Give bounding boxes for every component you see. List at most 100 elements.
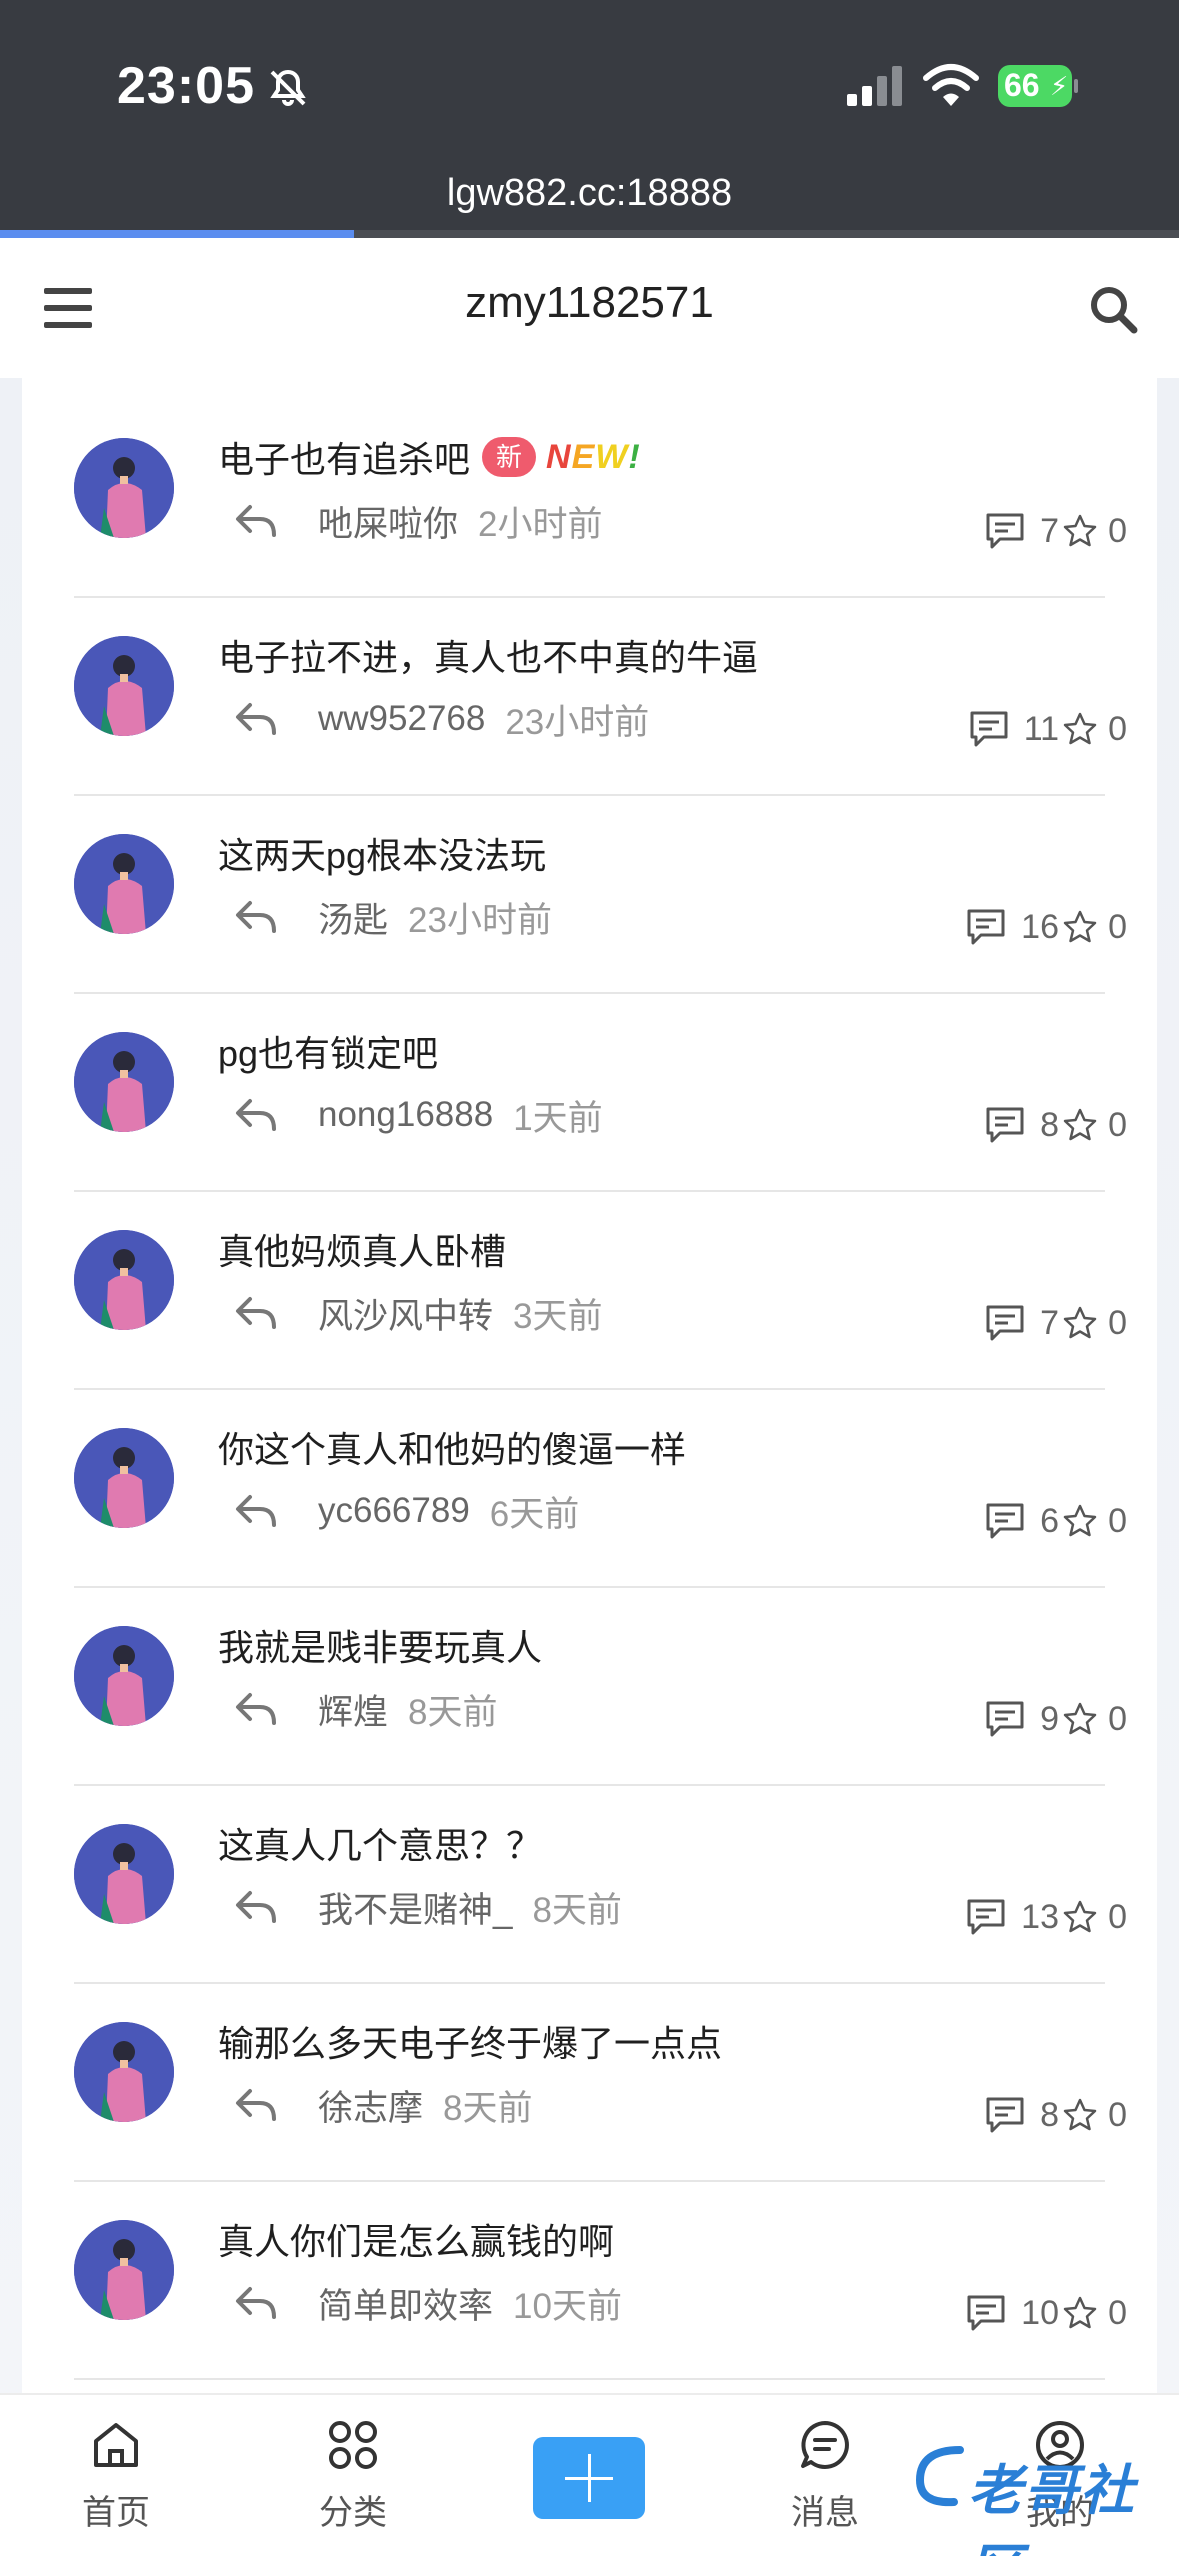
star-count[interactable]: 0 [1062, 1298, 1127, 1348]
comment-count: 10 [965, 2288, 1059, 2338]
post-time: 1天前 [513, 1098, 603, 1138]
post-author[interactable]: 我不是赌神_ [318, 1882, 512, 1933]
post-author[interactable]: ww952768 [318, 699, 485, 739]
post-item[interactable]: 这两天pg根本没法玩 汤匙 23小时前 16 0 [22, 796, 1157, 994]
post-author[interactable]: yc666789 [318, 1491, 470, 1531]
star-count-value: 0 [1108, 907, 1127, 946]
star-icon[interactable] [1062, 1107, 1098, 1143]
nav-messages-label: 消息 [791, 2494, 859, 2532]
avatar[interactable] [74, 1428, 174, 1528]
search-icon[interactable] [1088, 284, 1138, 334]
comment-count-value: 6 [1040, 1501, 1059, 1540]
post-title[interactable]: 输那么多天电子终于爆了一点点 [218, 2015, 722, 2067]
post-meta: 吔屎啦你 2小时前 [234, 496, 602, 546]
post-time: 3天前 [513, 1296, 603, 1336]
post-item[interactable]: 输那么多天电子终于爆了一点点 徐志摩 8天前 8 0 [22, 1984, 1157, 2182]
post-author[interactable]: 吔屎啦你 [318, 496, 458, 547]
post-item[interactable]: 电子拉不进，真人也不中真的牛逼 ww952768 23小时前 11 0 [22, 598, 1157, 796]
post-author[interactable]: nong16888 [318, 1095, 493, 1135]
star-count[interactable]: 0 [1062, 704, 1127, 754]
star-count[interactable]: 0 [1062, 1694, 1127, 1744]
avatar[interactable] [74, 2220, 174, 2320]
chat-icon [801, 2421, 849, 2469]
star-count[interactable]: 0 [1062, 506, 1127, 556]
post-item[interactable]: 这真人几个意思？？ 我不是赌神_ 8天前 13 0 [22, 1786, 1157, 1984]
nav-messages[interactable]: 消息 [735, 2395, 915, 2556]
post-author[interactable]: 徐志摩 [318, 2080, 423, 2131]
user-avatar-icon [74, 1428, 174, 1528]
star-icon[interactable] [1062, 1899, 1098, 1935]
post-title[interactable]: 这两天pg根本没法玩 [218, 827, 546, 879]
star-icon[interactable] [1062, 1503, 1098, 1539]
nav-home[interactable]: 首页 [26, 2395, 206, 2556]
grid-icon [329, 2421, 377, 2469]
post-title[interactable]: 真人你们是怎么赢钱的啊 [218, 2213, 614, 2265]
avatar[interactable] [74, 1230, 174, 1330]
post-list: 电子也有追杀吧 新 NEW! 吔屎啦你 2小时前 7 0 电子拉不进，真人也不中… [22, 400, 1157, 2380]
comment-count: 16 [965, 902, 1059, 952]
battery-icon: 66 ⚡ [998, 65, 1078, 107]
star-icon[interactable] [1062, 711, 1098, 747]
star-count[interactable]: 0 [1062, 1100, 1127, 1150]
avatar[interactable] [74, 438, 174, 538]
post-time: 8天前 [443, 2088, 533, 2128]
new-label: NEW! [546, 437, 641, 476]
watermark-logo: 老哥社区 [910, 2440, 1170, 2556]
avatar[interactable] [74, 2022, 174, 2122]
star-count[interactable]: 0 [1062, 2090, 1127, 2140]
avatar[interactable] [74, 1032, 174, 1132]
post-stats: 6 0 [857, 1496, 1157, 1546]
post-item[interactable]: pg也有锁定吧 nong16888 1天前 8 0 [22, 994, 1157, 1192]
avatar[interactable] [74, 834, 174, 934]
post-item[interactable]: 真人你们是怎么赢钱的啊 简单即效率 10天前 10 0 [22, 2182, 1157, 2380]
wifi-icon [923, 64, 979, 106]
avatar[interactable] [74, 636, 174, 736]
post-item[interactable]: 真他妈烦真人卧槽 风沙风中转 3天前 7 0 [22, 1192, 1157, 1390]
avatar[interactable] [74, 1626, 174, 1726]
star-count-value: 0 [1108, 1303, 1127, 1342]
post-title-row: 电子拉不进，真人也不中真的牛逼 [218, 630, 758, 680]
post-author[interactable]: 简单即效率 [318, 2278, 493, 2329]
star-count[interactable]: 0 [1062, 1496, 1127, 1546]
post-title[interactable]: 电子拉不进，真人也不中真的牛逼 [218, 629, 758, 681]
star-icon[interactable] [1062, 2097, 1098, 2133]
post-title[interactable]: 我就是贱非要玩真人 [218, 1619, 542, 1671]
url-bar[interactable]: lgw882.cc:18888 [0, 172, 1179, 215]
comment-count: 8 [984, 2090, 1059, 2140]
post-title-row: 我就是贱非要玩真人 [218, 1620, 542, 1670]
page-title: zmy1182571 [465, 278, 714, 327]
star-count[interactable]: 0 [1062, 1892, 1127, 1942]
post-title-row: 输那么多天电子终于爆了一点点 [218, 2016, 722, 2066]
post-title[interactable]: pg也有锁定吧 [218, 1025, 438, 1077]
star-icon[interactable] [1062, 2295, 1098, 2331]
comment-icon [986, 1305, 1024, 1341]
post-title[interactable]: 电子也有追杀吧 [218, 431, 470, 483]
star-icon[interactable] [1062, 513, 1098, 549]
post-meta: yc666789 6天前 [234, 1486, 579, 1536]
post-item[interactable]: 电子也有追杀吧 新 NEW! 吔屎啦你 2小时前 7 0 [22, 400, 1157, 598]
nav-category[interactable]: 分类 [263, 2395, 443, 2556]
post-title[interactable]: 真他妈烦真人卧槽 [218, 1223, 506, 1275]
post-time: 10天前 [513, 2286, 622, 2326]
post-author[interactable]: 辉煌 [318, 1684, 388, 1735]
post-time: 8天前 [532, 1890, 622, 1930]
post-item[interactable]: 你这个真人和他妈的傻逼一样 yc666789 6天前 6 0 [22, 1390, 1157, 1588]
avatar[interactable] [74, 1824, 174, 1924]
comment-count: 8 [984, 1100, 1059, 1150]
battery-level: 66 [1004, 67, 1040, 103]
star-icon[interactable] [1062, 909, 1098, 945]
star-icon[interactable] [1062, 1305, 1098, 1341]
comment-count-value: 10 [1021, 2293, 1059, 2332]
post-title[interactable]: 你这个真人和他妈的傻逼一样 [218, 1421, 686, 1473]
post-stats: 8 0 [857, 2090, 1157, 2140]
star-icon[interactable] [1062, 1701, 1098, 1737]
post-item[interactable]: 我就是贱非要玩真人 辉煌 8天前 9 0 [22, 1588, 1157, 1786]
new-post-button[interactable] [533, 2437, 645, 2519]
post-title[interactable]: 这真人几个意思？？ [218, 1817, 542, 1869]
star-count[interactable]: 0 [1062, 902, 1127, 952]
post-author[interactable]: 汤匙 [318, 892, 388, 943]
star-count[interactable]: 0 [1062, 2288, 1127, 2338]
reply-icon [236, 1099, 276, 1131]
post-author[interactable]: 风沙风中转 [318, 1288, 493, 1339]
post-meta: 风沙风中转 3天前 [234, 1288, 602, 1338]
